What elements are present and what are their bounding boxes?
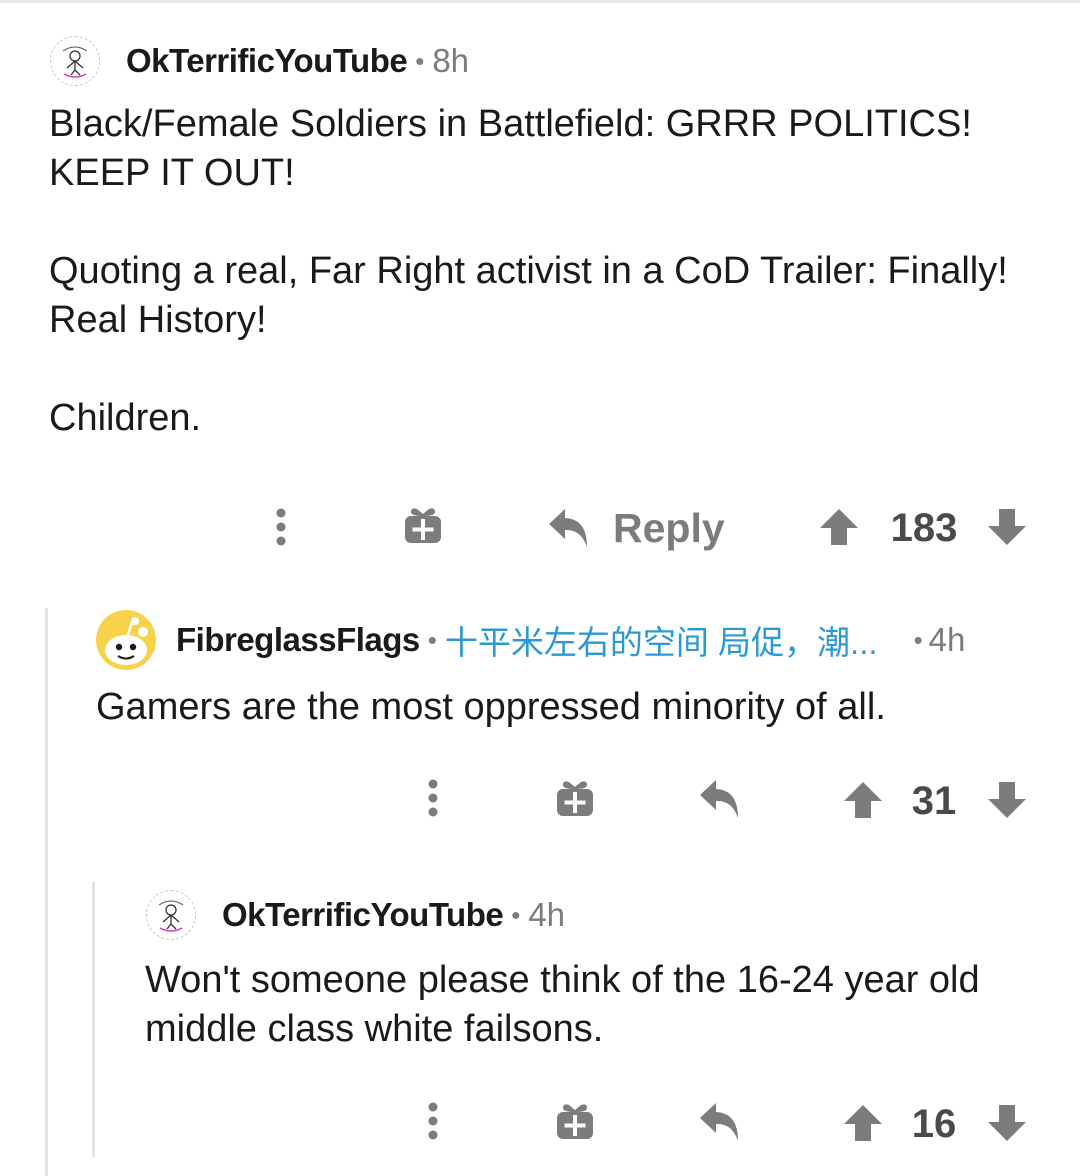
vote-score: 16 [911, 1102, 957, 1146]
comment-body: Gamers are the most oppressed minority o… [96, 683, 1056, 732]
award-gift-icon [405, 508, 441, 543]
comment-timestamp: 4h [928, 621, 966, 658]
upvote-button[interactable] [843, 781, 883, 819]
more-options-button[interactable] [418, 776, 448, 820]
comment-body: Won't someone please think of the 16-24 … [145, 956, 1025, 1054]
award-button[interactable] [403, 505, 443, 545]
user-flair: 十平米左右的空间 局促，潮... [444, 624, 878, 661]
award-gift-icon [557, 1104, 593, 1139]
thread-line-level-1[interactable] [45, 608, 48, 1176]
award-gift-icon [557, 781, 593, 816]
username[interactable]: OkTerrificYouTube [222, 896, 504, 934]
sketch-avatar-icon [158, 900, 184, 932]
comment-timestamp: 4h [528, 896, 566, 933]
comment-paragraph: Won't someone please think of the 16-24 … [145, 959, 980, 1050]
upvote-arrow-icon [844, 782, 882, 818]
more-options-button[interactable] [418, 1099, 448, 1143]
separator-dot: • [511, 899, 521, 930]
downvote-button[interactable] [987, 508, 1027, 546]
upvote-button[interactable] [819, 508, 859, 546]
more-options-icon [428, 1102, 438, 1140]
thread-line-level-2[interactable] [92, 882, 95, 1157]
reply-arrow-icon [700, 780, 738, 818]
award-button[interactable] [555, 778, 595, 818]
separator-dot: • [913, 624, 923, 655]
user-avatar[interactable] [50, 36, 100, 86]
comment-header: OkTerrificYouTube • 8h [50, 36, 469, 86]
reply-button[interactable] [698, 1101, 742, 1143]
downvote-arrow-icon [988, 1105, 1026, 1141]
separator-dot: • [427, 624, 437, 655]
reply-button[interactable]: Reply [547, 502, 725, 554]
vote-score: 183 [890, 506, 958, 550]
user-avatar[interactable] [96, 610, 156, 670]
vote-score: 31 [911, 779, 957, 823]
username[interactable]: OkTerrificYouTube [126, 42, 408, 80]
comment-header: OkTerrificYouTube • 4h [146, 890, 565, 940]
upvote-arrow-icon [844, 1105, 882, 1141]
downvote-arrow-icon [988, 782, 1026, 818]
downvote-button[interactable] [987, 781, 1027, 819]
sketch-avatar-icon [62, 46, 88, 78]
reply-button[interactable] [698, 778, 742, 820]
comment-timestamp: 8h [432, 42, 470, 79]
award-button[interactable] [555, 1101, 595, 1141]
comment-header: FibreglassFlags • 十平米左右的空间 局促，潮... • 4h [96, 610, 965, 670]
comment-paragraph: Black/Female Soldiers in Battlefield: GR… [49, 103, 972, 194]
reply-label: Reply [613, 504, 725, 551]
user-avatar[interactable] [146, 890, 196, 940]
upvote-button[interactable] [843, 1104, 883, 1142]
comment-paragraph: Gamers are the most oppressed minority o… [96, 686, 886, 728]
snoo-avatar-icon [105, 617, 148, 665]
separator-dot: • [415, 45, 425, 76]
comment-paragraph: Children. [49, 397, 202, 439]
downvote-button[interactable] [987, 1104, 1027, 1142]
downvote-arrow-icon [988, 509, 1026, 545]
more-options-button[interactable] [266, 505, 296, 549]
reply-arrow-icon [700, 1103, 738, 1141]
top-divider [0, 0, 1080, 3]
more-options-icon [276, 508, 286, 546]
reply-arrow-icon [549, 509, 587, 547]
comment-paragraph: Quoting a real, Far Right activist in a … [49, 250, 1008, 341]
more-options-icon [428, 779, 438, 817]
username[interactable]: FibreglassFlags [176, 621, 420, 659]
upvote-arrow-icon [820, 509, 858, 545]
comment-body: Black/Female Soldiers in Battlefield: GR… [49, 100, 1049, 443]
